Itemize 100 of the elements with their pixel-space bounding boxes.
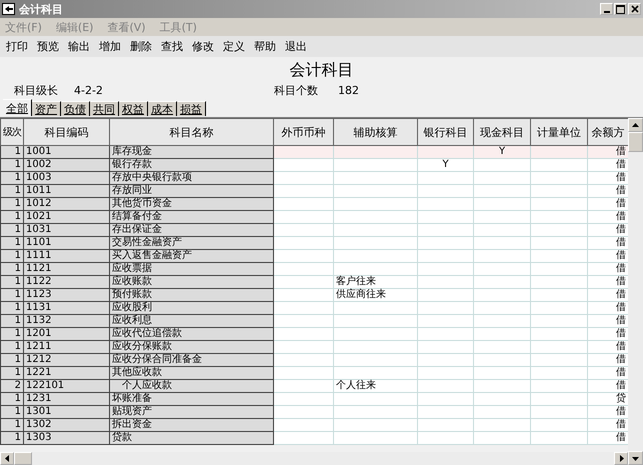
table-cell: 1011 — [24, 184, 110, 198]
table-cell: 结算备付金 — [110, 210, 274, 224]
tab[interactable]: 成本 — [148, 101, 177, 116]
table-row[interactable]: 1 1302 拆出资金 借 — [0, 418, 628, 432]
table-cell: 1 — [0, 432, 24, 444]
toolbar-button[interactable]: 打印 — [2, 37, 32, 56]
column-header[interactable]: 科目名称 — [110, 118, 274, 146]
table-cell: 1131 — [24, 302, 110, 314]
table-cell: 预付账款 — [110, 288, 274, 302]
toolbar-button[interactable]: 预览 — [33, 37, 63, 56]
table-cell: 个人应收款 — [110, 380, 274, 392]
column-header[interactable]: 现金科目 — [474, 118, 530, 146]
column-header[interactable]: 外币币种 — [274, 118, 334, 146]
table-row[interactable]: 2 122101 个人应收款 个人往来 借 — [0, 380, 628, 392]
table-cell: 应收代位追偿款 — [110, 328, 274, 340]
table-cell: 存出保证金 — [110, 224, 274, 236]
table-cell: 1121 — [24, 262, 110, 276]
table-cell: 库存现金 — [110, 146, 274, 158]
table-row[interactable]: 1 1002 银行存款 Y 借 — [0, 158, 628, 172]
table-row[interactable]: 1 1132 应收利息 借 — [0, 314, 628, 328]
page-heading: 会计科目 — [288, 59, 354, 81]
table-cell: 1 — [0, 406, 24, 418]
table-cell: 1 — [0, 288, 24, 302]
table-cell: 应收股利 — [110, 302, 274, 314]
table-cell: 1 — [0, 302, 24, 314]
table-cell: 贷款 — [110, 432, 274, 444]
table-row[interactable]: 1 1001 库存现金 Y 借 — [0, 146, 628, 158]
table-cell: 存放同业 — [110, 184, 274, 198]
table-cell: 1 — [0, 262, 24, 276]
table-row[interactable]: 1 1231 坏账准备 贷 — [0, 392, 628, 406]
table-cell: 1 — [0, 250, 24, 262]
column-header[interactable]: 余额方 — [588, 118, 628, 146]
table-cell: 1 — [0, 276, 24, 288]
tab[interactable]: 负债 — [61, 101, 90, 116]
column-header[interactable]: 科目编码 — [24, 118, 110, 146]
table-cell: 1 — [0, 172, 24, 184]
table-row[interactable]: 1 1121 应收票据 借 — [0, 262, 628, 276]
table-row[interactable]: 1 1011 存放同业 借 — [0, 184, 628, 198]
column-header[interactable]: 计量单位 — [530, 118, 588, 146]
table-cell: 应收账款 — [110, 276, 274, 288]
table-cell: 1201 — [24, 328, 110, 340]
tab[interactable]: 共同 — [90, 101, 119, 116]
table-row[interactable]: 1 1212 应收分保合同准备金 借 — [0, 354, 628, 366]
table-row[interactable]: 1 1131 应收股利 借 — [0, 302, 628, 314]
toolbar-button[interactable]: 输出 — [64, 37, 94, 56]
table-row[interactable]: 1 1021 结算备付金 借 — [0, 210, 628, 224]
toolbar-button[interactable]: 修改 — [188, 37, 218, 56]
table-cell: 1101 — [24, 236, 110, 250]
tab[interactable]: 损益 — [177, 101, 206, 116]
table-cell: 1123 — [24, 288, 110, 302]
table-cell: 应收分保合同准备金 — [110, 354, 274, 366]
code-length-label: 科目级长 — [14, 83, 59, 98]
table-cell: 1031 — [24, 224, 110, 236]
table-cell: 客户往来 — [334, 276, 418, 288]
toolbar-button[interactable]: 查找 — [157, 37, 187, 56]
table-cell: 其他应收款 — [110, 366, 274, 380]
table-cell: 借 — [588, 146, 628, 158]
table-cell: 1 — [0, 198, 24, 210]
table-cell: 1132 — [24, 314, 110, 328]
table-row[interactable]: 1 1301 贴现资产 借 — [0, 406, 628, 418]
toolbar-button[interactable]: 删除 — [126, 37, 156, 56]
table-row[interactable]: 1 1031 存出保证金 借 — [0, 224, 628, 236]
table-row[interactable]: 1 1003 存放中央银行款项 借 — [0, 172, 628, 184]
table-cell: 交易性金融资产 — [110, 236, 274, 250]
table-cell: 个人往来 — [334, 380, 418, 392]
column-header[interactable]: 级次 — [0, 118, 24, 146]
table-cell: 坏账准备 — [110, 392, 274, 406]
table-cell: 1 — [0, 184, 24, 198]
table-cell: 贴现资产 — [110, 406, 274, 418]
tab[interactable]: 资产 — [32, 101, 61, 116]
table-row[interactable]: 1 1123 预付账款 供应商往来 借 — [0, 288, 628, 302]
table-cell: 1212 — [24, 354, 110, 366]
table-cell: 应收票据 — [110, 262, 274, 276]
table-row[interactable]: 1 1012 其他货币资金 借 — [0, 198, 628, 210]
table-cell: 1002 — [24, 158, 110, 172]
table-cell: 1021 — [24, 210, 110, 224]
column-header[interactable]: 银行科目 — [418, 118, 474, 146]
table-row[interactable]: 1 1111 买入返售金融资产 借 — [0, 250, 628, 262]
table-row[interactable]: 1 1122 应收账款 客户往来 借 — [0, 276, 628, 288]
toolbar-button[interactable]: 增加 — [95, 37, 125, 56]
table-cell: 1 — [0, 314, 24, 328]
table-cell: 拆出资金 — [110, 418, 274, 432]
table-row[interactable]: 1 1303 贷款 借 — [0, 432, 628, 444]
table-row[interactable]: 1 1211 应收分保账款 借 — [0, 340, 628, 354]
tab[interactable]: 全部 — [3, 99, 32, 116]
table-row[interactable]: 1 1101 交易性金融资产 借 — [0, 236, 628, 250]
table-cell: 1302 — [24, 418, 110, 432]
table-cell: 1001 — [24, 146, 110, 158]
tab[interactable]: 权益 — [119, 101, 148, 116]
column-header[interactable]: 辅助核算 — [334, 118, 418, 146]
table-cell: 1303 — [24, 432, 110, 444]
toolbar-button[interactable]: 帮助 — [250, 37, 280, 56]
table-row[interactable]: 1 1221 其他应收款 借 — [0, 366, 628, 380]
table-cell: 1 — [0, 392, 24, 406]
count-label: 科目个数 — [274, 83, 319, 98]
table-cell: 存放中央银行款项 — [110, 172, 274, 184]
toolbar-button[interactable]: 退出 — [281, 37, 311, 56]
toolbar-button[interactable]: 定义 — [219, 37, 249, 56]
table-cell: 1211 — [24, 340, 110, 354]
table-row[interactable]: 1 1201 应收代位追偿款 借 — [0, 328, 628, 340]
